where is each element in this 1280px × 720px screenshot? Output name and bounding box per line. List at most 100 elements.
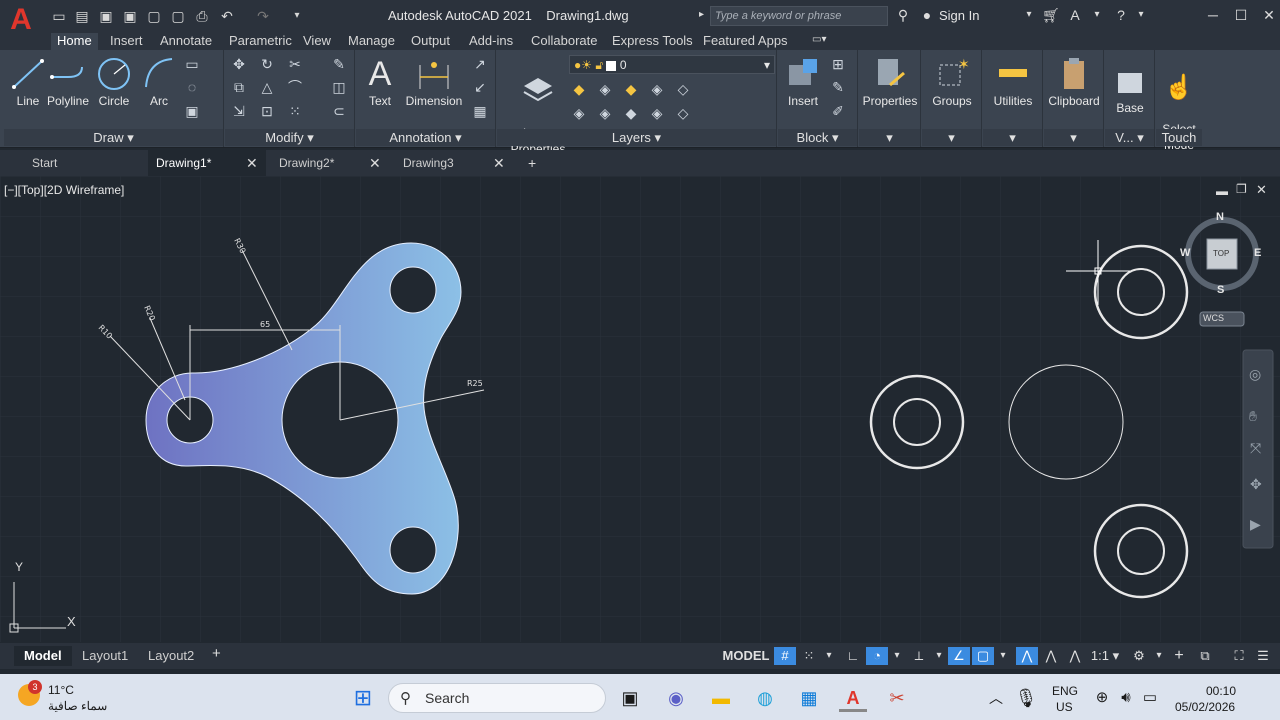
snap-icon[interactable]: ⁙ — [798, 647, 820, 665]
mirror-icon[interactable]: △ — [257, 78, 277, 96]
isodraft-dropdown-icon[interactable]: ▾ — [932, 647, 946, 665]
task-view-icon[interactable]: ▣ — [616, 684, 644, 712]
copy-icon[interactable]: ⧉ — [229, 78, 249, 96]
trim-icon[interactable]: ✂ — [285, 55, 305, 73]
rotate-icon[interactable]: ↻ — [257, 55, 277, 73]
workspace-gear-icon[interactable]: ⚙ — [1128, 647, 1150, 665]
arc-button[interactable]: Arc — [142, 55, 176, 109]
osnap-dropdown-icon[interactable]: ▾ — [996, 647, 1010, 665]
viewcube-east-label[interactable]: E — [1254, 247, 1261, 259]
block-attributes-icon[interactable]: ✐ — [828, 102, 848, 120]
tab-manage[interactable]: Manage — [342, 33, 401, 50]
search-input[interactable]: Type a keyword or phrase — [710, 6, 888, 26]
open-web-icon[interactable]: ▢ — [145, 7, 163, 25]
tab-insert[interactable]: Insert — [104, 33, 149, 50]
layer-walk-icon[interactable]: ◈ — [595, 104, 615, 122]
create-block-icon[interactable]: ⊞ — [828, 55, 848, 73]
model-space-button[interactable]: MODEL — [722, 647, 770, 665]
scale-dropdown[interactable]: 1:1 ▾ — [1088, 647, 1122, 665]
undo-icon[interactable]: ↶ — [218, 7, 236, 25]
fullscreen-icon[interactable]: ⛶ — [1228, 647, 1250, 665]
cart-icon[interactable]: 🛒︎ — [1040, 5, 1062, 25]
object-snap-tracking-icon[interactable]: ∠ — [948, 647, 970, 665]
scale-icon[interactable]: ⊡ — [257, 102, 277, 120]
autodesk-app-icon[interactable]: A — [1064, 5, 1086, 25]
weather-desc[interactable]: سماء صافية — [48, 699, 107, 713]
region-icon[interactable]: ▣ — [182, 102, 202, 120]
edit-block-icon[interactable]: ✎ — [828, 78, 848, 96]
layer-freeze-icon[interactable]: ◆ — [621, 80, 641, 98]
clock-date[interactable]: 05/02/2026 — [1175, 700, 1235, 714]
viewcube-south-label[interactable]: S — [1217, 284, 1224, 296]
properties-button[interactable]: Properties — [859, 55, 921, 109]
stretch-icon[interactable]: ⇲ — [229, 102, 249, 120]
viewport-minimize-icon[interactable]: ▬ — [1216, 184, 1228, 198]
utilities-panel-title[interactable]: ▾ — [983, 129, 1042, 146]
file-explorer-icon[interactable]: ▬ — [707, 684, 735, 712]
layer-isolate-icon[interactable]: ◈ — [595, 80, 615, 98]
app-dropdown-icon[interactable]: ▾ — [1086, 5, 1108, 25]
snipping-tool-icon[interactable]: ✂ — [883, 684, 911, 712]
move-icon[interactable]: ✥ — [229, 55, 249, 73]
table-icon[interactable]: ▦ — [470, 102, 490, 120]
close-drawing1-icon[interactable]: ✕ — [246, 155, 258, 172]
snap-dropdown-icon[interactable]: ▾ — [822, 647, 836, 665]
qa-customize-icon[interactable]: ▾ — [288, 7, 306, 25]
tab-express-tools[interactable]: Express Tools — [606, 33, 699, 50]
search-icon[interactable]: ⚲ — [892, 5, 914, 25]
groups-button[interactable]: ✶ Groups — [922, 55, 982, 109]
layer-merge-icon[interactable]: ◇ — [673, 104, 693, 122]
annotation-monitor-icon[interactable]: + — [1168, 647, 1190, 665]
clipboard-button[interactable]: Clipboard — [1044, 55, 1104, 109]
ribbon-minimize-icon[interactable]: ▭▾ — [812, 34, 834, 48]
line-button[interactable]: Line — [8, 55, 48, 109]
weather-temp[interactable]: 11°C — [48, 683, 74, 697]
edge-icon[interactable]: ◍ — [751, 684, 779, 712]
layer-unlock-icon[interactable]: ◈ — [647, 104, 667, 122]
tab-home[interactable]: Home — [51, 33, 98, 50]
windows-start-icon[interactable]: ⊞ — [349, 684, 377, 712]
auto-scale-icon[interactable]: ⋀ — [1040, 647, 1062, 665]
tab-parametric[interactable]: Parametric — [223, 33, 298, 50]
redo-icon[interactable]: ↷ — [254, 7, 272, 25]
new-icon[interactable]: ▭ — [50, 7, 68, 25]
hatch-icon[interactable]: ◌ — [182, 78, 202, 96]
close-drawing2-icon[interactable]: ✕ — [369, 155, 381, 172]
tab-output[interactable]: Output — [405, 33, 456, 50]
battery-icon[interactable]: ▭ — [1136, 684, 1164, 712]
annotation-panel-title[interactable]: Annotation ▾ — [356, 129, 495, 146]
erase-icon[interactable]: ✎ — [329, 55, 349, 73]
viewport-restore-icon[interactable]: ❐ — [1236, 182, 1247, 196]
view-panel-title[interactable]: V... ▾ — [1105, 129, 1154, 146]
base-button[interactable]: Base — [1105, 62, 1155, 116]
annotation-scale-icon[interactable]: ⋀ — [1064, 647, 1086, 665]
polar-dropdown-icon[interactable]: ▾ — [890, 647, 904, 665]
leader-style-icon[interactable]: ↙ — [470, 78, 490, 96]
layer-previous-icon[interactable]: ◈ — [569, 104, 589, 122]
viewcube-top-face[interactable]: TOP — [1213, 249, 1229, 258]
viewcube-north-label[interactable]: N — [1216, 211, 1224, 223]
tab-add-ins[interactable]: Add-ins — [463, 33, 519, 50]
annotation-visibility-icon[interactable]: ⋀ — [1016, 647, 1038, 665]
zoom-extents-icon[interactable]: ⤧ — [1250, 440, 1261, 457]
minimize-icon[interactable]: ─ — [1202, 5, 1224, 25]
help-icon[interactable]: ? — [1110, 5, 1132, 25]
explode-icon[interactable]: ◫ — [329, 78, 349, 96]
tab-featured-apps[interactable]: Featured Apps — [697, 33, 794, 50]
help-dropdown-icon[interactable]: ▾ — [1130, 5, 1152, 25]
doc-tab-start[interactable]: Start — [24, 150, 144, 176]
save-web-icon[interactable]: ▢ — [169, 7, 187, 25]
open-icon[interactable]: ▤ — [73, 7, 91, 25]
groups-panel-title[interactable]: ▾ — [922, 129, 981, 146]
object-snap-icon[interactable]: ▢ — [972, 647, 994, 665]
taskbar-search[interactable]: Search — [388, 683, 606, 713]
array-icon[interactable]: ⁙ — [285, 102, 305, 120]
offset-icon[interactable]: ⊂ — [329, 102, 349, 120]
layers-panel-title[interactable]: Layers ▾ — [497, 129, 776, 146]
layer-dropdown[interactable]: ●☀ 🔓︎ 0 ▾ — [569, 55, 775, 74]
workspace-dropdown-icon[interactable]: ▾ — [1152, 647, 1166, 665]
save-as-icon[interactable]: ▣ — [121, 7, 139, 25]
insert-button[interactable]: Insert — [782, 55, 824, 109]
isolate-objects-icon[interactable]: ⧉ — [1194, 647, 1216, 665]
block-panel-title[interactable]: Block ▾ — [778, 129, 857, 146]
